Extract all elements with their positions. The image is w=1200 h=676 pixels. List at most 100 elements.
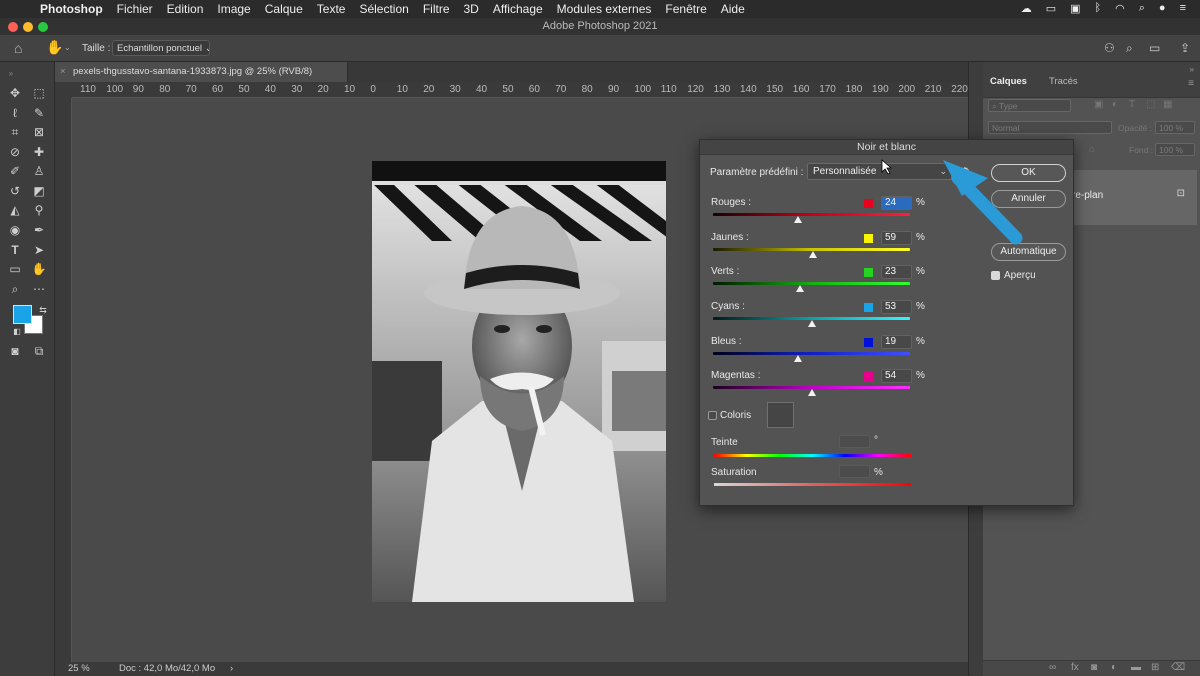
- ok-button[interactable]: OK: [991, 164, 1066, 182]
- rectangle-tool-icon[interactable]: ▭: [6, 261, 24, 277]
- auto-button[interactable]: Automatique: [991, 243, 1066, 261]
- filter-smart-icon[interactable]: ▦: [1163, 99, 1172, 110]
- swap-colors-icon[interactable]: ⇆: [34, 302, 52, 318]
- menu-modules-externes[interactable]: Modules externes: [557, 2, 652, 16]
- hue-gradient-track[interactable]: [714, 454, 911, 457]
- hand-tool-icon[interactable]: ✋: [46, 39, 63, 56]
- opacity-input[interactable]: 100 %: [1155, 121, 1195, 134]
- close-window-button[interactable]: [8, 22, 18, 32]
- hand-tool-icon[interactable]: ✋: [30, 261, 48, 277]
- close-tab-icon[interactable]: ×: [60, 62, 66, 82]
- menu-filtre[interactable]: Filtre: [423, 2, 450, 16]
- fill-input[interactable]: 100 %: [1155, 143, 1195, 156]
- wifi-icon[interactable]: ◠: [1115, 2, 1125, 15]
- greens-value-input[interactable]: 23: [881, 265, 912, 279]
- lasso-tool-icon[interactable]: ℓ: [6, 105, 24, 121]
- tab-calques[interactable]: Calques: [990, 76, 1027, 87]
- filter-pixel-icon[interactable]: ▣: [1094, 99, 1103, 110]
- tint-checkbox[interactable]: [708, 411, 717, 420]
- preset-select[interactable]: Personnalisée ⌄: [807, 163, 952, 180]
- airplay-icon[interactable]: ▣: [1070, 2, 1080, 15]
- home-icon[interactable]: ⌂: [14, 40, 22, 56]
- history-brush-tool-icon[interactable]: ↺: [6, 183, 24, 199]
- spotlight-search-icon[interactable]: ⌕: [1139, 2, 1145, 15]
- menu-photoshop[interactable]: Photoshop: [40, 2, 103, 16]
- crop-tool-icon[interactable]: ⌗: [6, 124, 24, 140]
- camera-icon[interactable]: ▭: [1046, 2, 1056, 15]
- menu-fenetre[interactable]: Fenêtre: [665, 2, 706, 16]
- document-tab[interactable]: × pexels-thgusstavo-santana-1933873.jpg …: [55, 62, 348, 82]
- status-chevron-icon[interactable]: ›: [230, 662, 233, 676]
- share-upload-icon[interactable]: ⇪: [1180, 41, 1190, 55]
- workspace-icon[interactable]: ▭: [1149, 41, 1160, 55]
- menu-fichier[interactable]: Fichier: [117, 2, 153, 16]
- new-group-icon[interactable]: ▬: [1131, 662, 1141, 673]
- reds-value-input[interactable]: 24: [881, 196, 912, 210]
- healing-brush-tool-icon[interactable]: ✚: [30, 144, 48, 160]
- control-center-icon[interactable]: ≡: [1180, 2, 1186, 15]
- tab-traces[interactable]: Tracés: [1049, 76, 1078, 87]
- tint-color-swatch[interactable]: [767, 402, 794, 428]
- cyans-slider-knob[interactable]: [807, 320, 816, 327]
- minimize-window-button[interactable]: [23, 22, 33, 32]
- eyedropper-tool-icon[interactable]: ⊘: [6, 144, 24, 160]
- frame-tool-icon[interactable]: ⊠: [30, 124, 48, 140]
- reds-slider-knob[interactable]: [793, 216, 802, 223]
- menu-image[interactable]: Image: [217, 2, 250, 16]
- user-icon[interactable]: ●: [1159, 2, 1166, 15]
- dodge-tool-icon[interactable]: ⚲: [30, 202, 48, 218]
- quick-mask-icon[interactable]: ◙: [6, 343, 24, 359]
- menu-3d[interactable]: 3D: [464, 2, 479, 16]
- paint-bucket-tool-icon[interactable]: ◭: [6, 202, 24, 218]
- preview-checkbox[interactable]: [991, 271, 1000, 280]
- default-colors-icon[interactable]: ◧: [8, 324, 26, 340]
- cancel-button[interactable]: Annuler: [991, 190, 1066, 208]
- menu-selection[interactable]: Sélection: [359, 2, 408, 16]
- more-tools-icon[interactable]: ⋯: [30, 281, 48, 297]
- blur-tool-icon[interactable]: ◉: [6, 222, 24, 238]
- filter-shape-icon[interactable]: ⬚: [1146, 99, 1155, 110]
- filter-adjustment-icon[interactable]: ◐: [1112, 99, 1118, 110]
- panel-collapse-icon[interactable]: »: [1190, 65, 1194, 74]
- panel-menu-icon[interactable]: ≡: [1188, 78, 1194, 89]
- new-fill-layer-icon[interactable]: ◐: [1111, 662, 1117, 673]
- yellows-slider-knob[interactable]: [809, 251, 818, 258]
- menu-calque[interactable]: Calque: [265, 2, 303, 16]
- sample-size-select[interactable]: Echantillon ponctuel ⌄: [112, 40, 210, 56]
- preset-options-gear-icon[interactable]: ⚙: [960, 165, 970, 178]
- blues-value-input[interactable]: 19: [881, 335, 912, 349]
- menu-edition[interactable]: Edition: [167, 2, 204, 16]
- clone-stamp-tool-icon[interactable]: ♙: [30, 163, 48, 179]
- hue-input[interactable]: [839, 435, 870, 448]
- delete-layer-icon[interactable]: ⌫: [1171, 662, 1185, 673]
- yellows-value-input[interactable]: 59: [881, 231, 912, 245]
- collapse-icon[interactable]: »: [2, 66, 20, 82]
- menu-texte[interactable]: Texte: [317, 2, 346, 16]
- move-tool-icon[interactable]: ✥: [6, 85, 24, 101]
- bluetooth-icon[interactable]: ᛒ: [1095, 2, 1102, 15]
- link-layers-icon[interactable]: ∞: [1049, 662, 1056, 673]
- creative-cloud-icon[interactable]: ☁: [1021, 2, 1032, 15]
- blues-slider-knob[interactable]: [793, 355, 802, 362]
- foreground-color-swatch[interactable]: [13, 305, 32, 324]
- search-icon[interactable]: ⌕: [1126, 41, 1133, 56]
- marquee-tool-icon[interactable]: ⬚: [30, 85, 48, 101]
- saturation-input[interactable]: [839, 465, 870, 478]
- greens-slider-knob[interactable]: [795, 285, 804, 292]
- zoom-level[interactable]: 25 %: [68, 662, 90, 676]
- type-tool-icon[interactable]: T: [6, 242, 24, 258]
- layer-style-icon[interactable]: fx: [1071, 662, 1079, 673]
- quick-selection-tool-icon[interactable]: ✎: [30, 105, 48, 121]
- layer-mask-icon[interactable]: ◙: [1091, 662, 1097, 673]
- magentas-value-input[interactable]: 54: [881, 369, 912, 383]
- zoom-tool-icon[interactable]: ⌕: [6, 281, 24, 297]
- new-layer-icon[interactable]: ⊞: [1151, 662, 1159, 673]
- path-selection-tool-icon[interactable]: ➤: [30, 242, 48, 258]
- eraser-tool-icon[interactable]: ◩: [30, 183, 48, 199]
- blend-mode-select[interactable]: Normal: [988, 121, 1112, 134]
- filter-type-icon[interactable]: T: [1129, 99, 1135, 110]
- menu-aide[interactable]: Aide: [721, 2, 745, 16]
- saturation-gradient-track[interactable]: [714, 483, 911, 486]
- menu-affichage[interactable]: Affichage: [493, 2, 543, 16]
- share-icon[interactable]: ⚇: [1104, 41, 1115, 55]
